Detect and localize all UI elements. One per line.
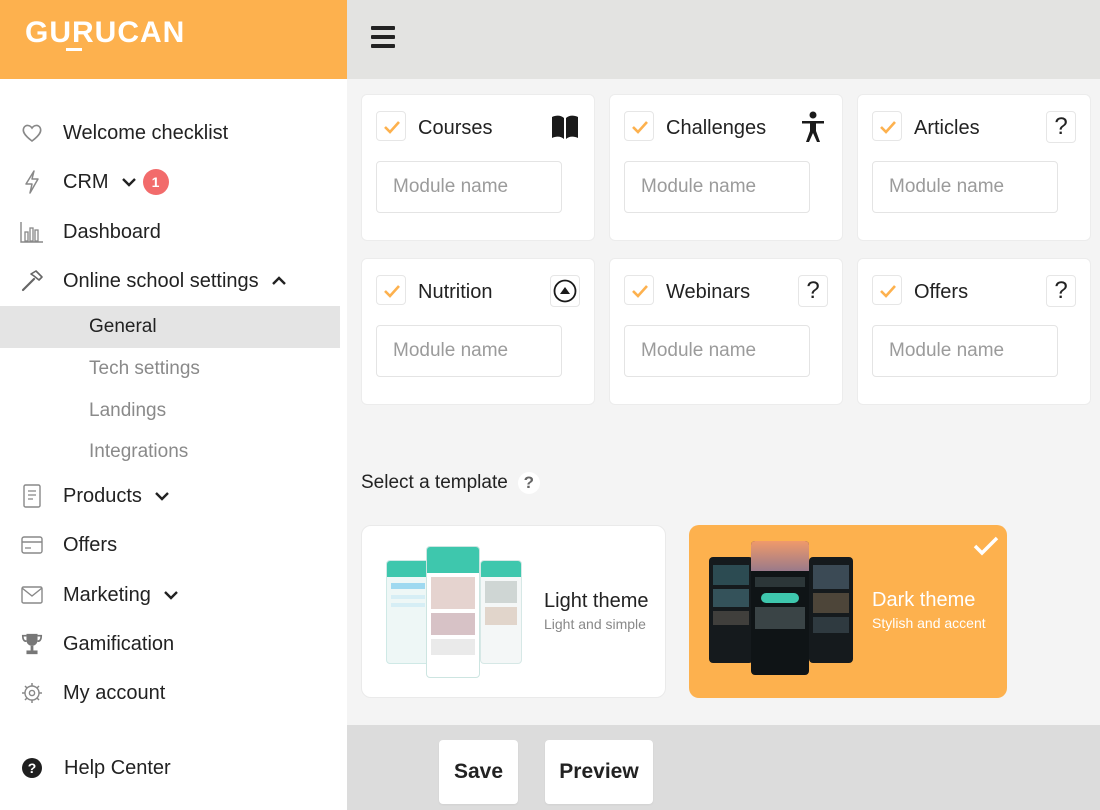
sidebar-item-online-school-settings[interactable]: Online school settings	[0, 260, 340, 302]
help-center-label: Help Center	[64, 756, 171, 779]
sidebar-item-label: Online school settings	[63, 269, 259, 292]
bolt-icon	[20, 170, 44, 194]
marketing-label-row: Marketing	[63, 584, 179, 607]
module-name-input[interactable]	[376, 325, 562, 377]
person-icon[interactable]	[798, 111, 828, 143]
hamburger-menu-icon[interactable]	[371, 26, 395, 48]
module-title: Articles	[914, 117, 980, 139]
trophy-icon	[20, 632, 44, 656]
main-content: Courses Challenges Articles ? Nutrition	[347, 79, 1100, 725]
settings-label-row: Online school settings	[63, 270, 287, 293]
preview-button[interactable]: Preview	[545, 740, 653, 804]
top-bar	[347, 0, 1100, 79]
sidebar-item-gamification[interactable]: Gamification	[0, 623, 340, 665]
heart-icon	[20, 121, 44, 145]
sidebar-subitem-tech-settings[interactable]: Tech settings	[0, 348, 340, 390]
sidebar-item-label: Marketing	[63, 583, 151, 606]
module-title: Challenges	[666, 117, 767, 139]
module-card-articles: Articles ?	[857, 94, 1091, 241]
crm-label-row: CRM 1	[63, 169, 169, 195]
module-title: Courses	[418, 117, 493, 139]
module-card-challenges: Challenges	[609, 94, 843, 241]
module-card-nutrition: Nutrition	[361, 258, 595, 405]
gear-icon	[20, 681, 44, 705]
template-section-heading: Select a template ?	[361, 472, 540, 494]
sidebar-item-marketing[interactable]: Marketing	[0, 574, 340, 616]
module-name-input[interactable]	[376, 161, 562, 213]
sidebar-subitem-label: Landings	[89, 400, 167, 421]
sidebar-subitem-label: General	[89, 316, 157, 337]
sidebar-subitem-general[interactable]: General	[0, 306, 340, 348]
module-title: Webinars	[666, 281, 751, 303]
sidebar-item-products[interactable]: Products	[0, 475, 340, 517]
question-icon[interactable]: ?	[798, 275, 828, 307]
sidebar-item-my-account[interactable]: My account	[0, 672, 340, 714]
envelope-icon	[20, 583, 44, 607]
bar-chart-icon	[20, 220, 44, 244]
sidebar-subitem-landings[interactable]: Landings	[0, 390, 340, 432]
sidebar-subitem-label: Integrations	[89, 441, 189, 462]
module-card-webinars: Webinars ?	[609, 258, 843, 405]
module-name-input[interactable]	[624, 161, 810, 213]
module-checkbox[interactable]	[872, 111, 902, 141]
template-name: Light theme	[544, 590, 649, 612]
question-icon[interactable]: ?	[1046, 111, 1076, 143]
card-icon	[20, 533, 44, 557]
module-checkbox[interactable]	[624, 111, 654, 141]
module-name-input[interactable]	[872, 161, 1058, 213]
document-icon	[20, 484, 44, 508]
sidebar-item-label: Welcome checklist	[63, 121, 229, 144]
svg-text:?: ?	[28, 760, 37, 776]
sidebar-item-label: Offers	[63, 533, 118, 556]
module-card-courses: Courses	[361, 94, 595, 241]
action-bar: Save Preview	[347, 725, 1100, 810]
module-title: Offers	[914, 281, 969, 303]
module-checkbox[interactable]	[376, 111, 406, 141]
up-arrow-circle-icon[interactable]	[550, 275, 580, 307]
template-card-dark[interactable]: Dark theme Stylish and accent	[689, 525, 1007, 698]
sidebar-item-label: Dashboard	[63, 220, 161, 243]
book-icon[interactable]	[550, 111, 580, 143]
module-checkbox[interactable]	[376, 275, 406, 305]
template-subtitle: Stylish and accent	[872, 615, 986, 631]
module-name-input[interactable]	[872, 325, 1058, 377]
help-center-link[interactable]: ? Help Center	[0, 747, 340, 789]
sidebar-subitem-label: Tech settings	[89, 358, 200, 379]
logo-bar: GURUCAN	[0, 0, 347, 79]
template-subtitle: Light and simple	[544, 616, 646, 632]
sidebar-item-label: Gamification	[63, 632, 175, 655]
sidebar-item-dashboard[interactable]: Dashboard	[0, 211, 340, 253]
hammer-icon	[20, 269, 44, 293]
module-checkbox[interactable]	[872, 275, 902, 305]
chevron-up-icon[interactable]	[271, 273, 287, 289]
sidebar-subitem-integrations[interactable]: Integrations	[0, 431, 340, 473]
module-title: Nutrition	[418, 281, 493, 303]
logo-underline	[66, 48, 82, 51]
sidebar-item-label: CRM	[63, 170, 109, 193]
template-heading-text: Select a template	[361, 472, 508, 493]
help-circle-icon: ?	[20, 756, 44, 780]
sidebar-item-welcome-checklist[interactable]: Welcome checklist	[0, 112, 340, 154]
chevron-down-icon[interactable]	[121, 174, 137, 190]
selected-check-icon	[973, 536, 999, 556]
notification-badge: 1	[142, 169, 169, 195]
module-checkbox[interactable]	[624, 275, 654, 305]
sidebar-item-offers[interactable]: Offers	[0, 524, 340, 566]
save-button[interactable]: Save	[439, 740, 518, 804]
sidebar-item-label: My account	[63, 681, 166, 704]
products-label-row: Products	[63, 485, 170, 508]
chevron-down-icon[interactable]	[154, 488, 170, 504]
help-question-icon[interactable]: ?	[517, 472, 540, 494]
module-name-input[interactable]	[624, 325, 810, 377]
module-card-offers: Offers ?	[857, 258, 1091, 405]
sidebar-item-crm[interactable]: CRM 1	[0, 161, 340, 203]
question-icon[interactable]: ?	[1046, 275, 1076, 307]
chevron-down-icon[interactable]	[163, 587, 179, 603]
template-card-light[interactable]: Light theme Light and simple	[361, 525, 666, 698]
template-name: Dark theme	[872, 589, 976, 611]
sidebar-item-label: Products	[63, 484, 142, 507]
logo[interactable]: GURUCAN	[25, 16, 185, 50]
sidebar: GURUCAN Welcome checklist CRM 1 Dashboar…	[0, 0, 347, 810]
